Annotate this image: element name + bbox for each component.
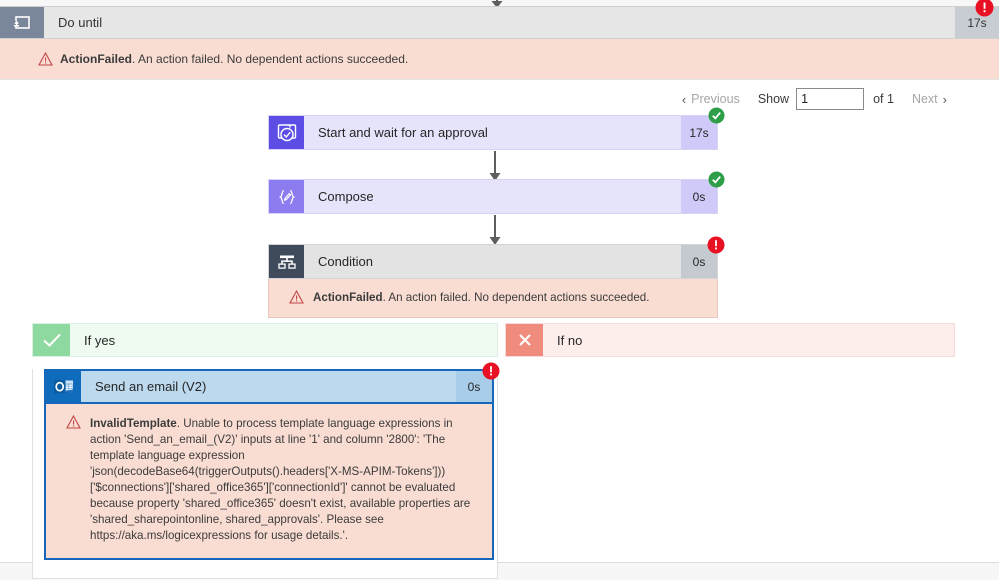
do-until-error-panel: ActionFailed. An action failed. No depen… [0, 39, 999, 80]
do-until-loop-icon [0, 7, 44, 38]
action-title: Compose [318, 189, 374, 204]
branch-if-no-label: If no [557, 332, 583, 348]
outlook-icon [46, 371, 81, 402]
action-title: Condition [318, 254, 373, 269]
error-message: Unable to process template language expr… [90, 417, 471, 542]
status-badge-error [975, 0, 994, 20]
show-label: Show [757, 92, 790, 106]
branch-if-no-body [505, 357, 955, 387]
approval-icon [269, 116, 304, 149]
error-code: ActionFailed [313, 291, 383, 304]
error-message: An action failed. No dependent actions s… [388, 291, 650, 304]
do-until-title: Do until [58, 15, 103, 30]
condition-branch-icon [269, 245, 304, 278]
previous-page-button[interactable]: ‹ Previous [682, 92, 740, 107]
status-badge-success [708, 171, 725, 191]
action-header[interactable]: Start and wait for an approval 17s [268, 107, 725, 150]
status-badge-error [707, 236, 725, 257]
action-header[interactable]: Condition 0s [268, 236, 725, 279]
error-message: An action failed. No dependent actions s… [138, 52, 409, 66]
warning-triangle-icon [38, 51, 53, 69]
condition-error-text: ActionFailed. An action failed. No depen… [313, 291, 650, 304]
connector-approval-to-compose [487, 151, 503, 182]
scope-canvas: ‹ Previous Show of 1 Next › Start and wa… [0, 80, 999, 579]
page-number-input[interactable] [796, 88, 865, 110]
do-until-scope: Do until 17s ActionFailed. An action fai… [0, 0, 999, 80]
compose-braces-icon [269, 180, 304, 213]
action-header[interactable]: Send an email (V2) 0s [44, 362, 500, 404]
chevron-left-icon: ‹ [681, 91, 687, 107]
previous-label: Previous [691, 92, 740, 106]
page-total-label: of 1 [873, 92, 894, 106]
branch-if-no-header[interactable]: If no [505, 323, 955, 357]
branch-if-yes-body: Send an email (V2) 0s InvalidTemplate. U… [32, 362, 500, 579]
action-card-condition[interactable]: Condition 0s ActionFailed. An action fai… [268, 236, 725, 318]
action-title: Start and wait for an approval [318, 125, 488, 140]
error-code: InvalidTemplate [90, 417, 177, 430]
status-badge-error [482, 362, 500, 383]
warning-triangle-icon [289, 289, 304, 309]
next-page-button[interactable]: Next › [912, 92, 947, 107]
branch-if-yes: If yes Send an email (V2) 0s InvalidTemp… [32, 323, 500, 579]
branch-if-yes-label: If yes [84, 332, 116, 348]
next-label: Next [911, 92, 938, 106]
send-email-error-text: InvalidTemplate. Unable to process templ… [90, 417, 471, 542]
send-email-error-panel: InvalidTemplate. Unable to process templ… [44, 404, 494, 560]
action-header[interactable]: Compose 0s [268, 171, 725, 214]
close-x-icon [506, 324, 543, 356]
do-until-header[interactable]: Do until 17s [0, 0, 999, 39]
chevron-right-icon: › [942, 91, 947, 107]
action-card-approval[interactable]: Start and wait for an approval 17s [268, 107, 725, 150]
do-until-error-text: ActionFailed. An action failed. No depen… [60, 52, 409, 66]
error-code: ActionFailed [60, 52, 133, 66]
action-card-send-email[interactable]: Send an email (V2) 0s InvalidTemplate. U… [44, 362, 500, 560]
warning-triangle-icon [66, 414, 81, 434]
checkmark-icon [33, 324, 70, 356]
connector-compose-to-condition [487, 215, 503, 246]
condition-error-panel: ActionFailed. An action failed. No depen… [268, 279, 718, 318]
action-card-compose[interactable]: Compose 0s [268, 171, 725, 214]
branch-if-no: If no [505, 323, 955, 387]
action-title: Send an email (V2) [95, 379, 207, 394]
branch-if-yes-header[interactable]: If yes [32, 323, 498, 357]
status-badge-success [708, 107, 725, 127]
